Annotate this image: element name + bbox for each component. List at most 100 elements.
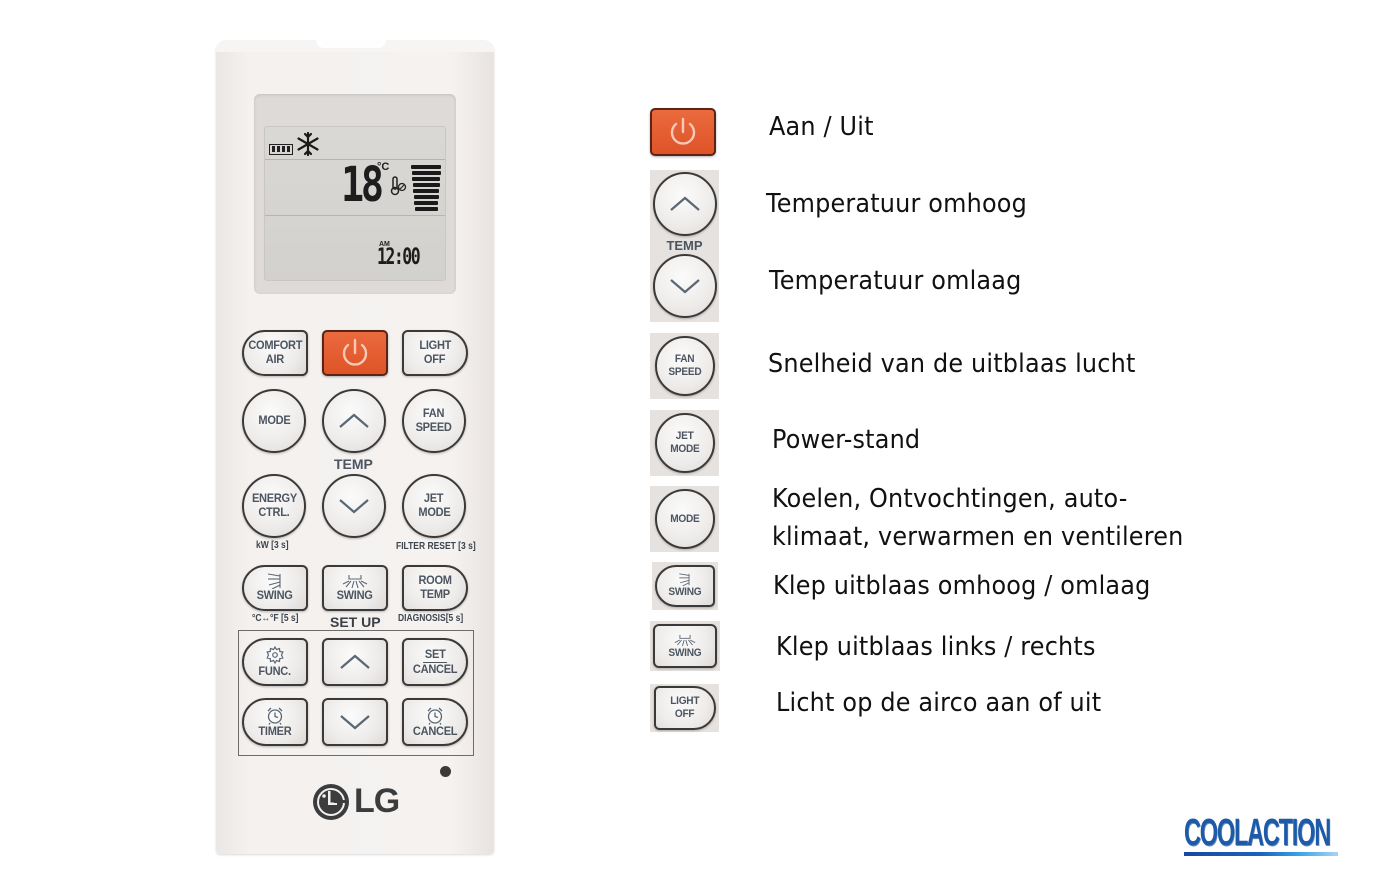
button-label: SET (422, 646, 448, 663)
brand-logo-text: COOLACTION (1184, 812, 1331, 854)
fan-speed-button[interactable]: FAN SPEED (402, 389, 466, 453)
mode-sample: MODE (654, 489, 715, 549)
vertical-swing-icon (267, 573, 281, 590)
chevron-up-icon (340, 654, 370, 669)
comfort-air-button[interactable]: COMFORT AIR (242, 330, 308, 376)
light-off-sample: LIGHT OFF (653, 686, 716, 730)
legend-text: Klep uitblaas omhoog / omlaag (773, 571, 1151, 601)
snowflake-icon (297, 131, 319, 157)
light-off-button[interactable]: LIGHT OFF (402, 330, 468, 376)
energy-sub-label: kW [3 s] (256, 540, 289, 551)
alarm-clock-icon (427, 707, 443, 725)
button-label: MODE (417, 505, 451, 519)
lcd-temperature: 18 (341, 157, 384, 213)
chevron-up-icon (669, 196, 700, 211)
button-label: SWING (256, 588, 294, 603)
button-label: ENERGY (251, 491, 297, 506)
button-label: ROOM (418, 573, 452, 588)
timer-cancel-button[interactable]: CANCEL (402, 698, 468, 746)
button-label: TEMP (420, 587, 450, 601)
temp-up-sample (652, 172, 717, 236)
ir-sensor (316, 40, 386, 48)
temp-label: TEMP (334, 456, 373, 472)
lcd-clock: 12:00 (377, 245, 421, 270)
legend-text: Snelheid van de uitblaas lucht (768, 349, 1136, 379)
horizontal-swing-icon (674, 634, 696, 646)
legend-text: Klep uitblaas links / rechts (776, 632, 1096, 662)
gear-icon (266, 645, 284, 665)
button-label: LIGHT (419, 338, 451, 353)
button-label: MODE (669, 443, 700, 455)
legend-temp-icon: TEMP (650, 170, 719, 322)
button-label: CANCEL (412, 661, 458, 676)
chevron-down-icon (669, 279, 700, 294)
battery-icon (269, 144, 293, 155)
swing-vertical-button[interactable]: SWING (242, 565, 308, 611)
button-label: SWING (668, 586, 702, 599)
lcd-display: 18 °C AM 12:00 (264, 126, 446, 281)
swing-vertical-sample: SWING (655, 565, 715, 607)
legend-text-line: Koelen, Ontvochtingen, auto- (772, 484, 1128, 514)
lcd-frame: 18 °C AM 12:00 (254, 94, 456, 294)
fan-speed-sample: FAN SPEED (654, 336, 715, 396)
coolaction-logo: COOLACTION (1184, 812, 1380, 856)
temp-label: TEMP (666, 238, 703, 253)
button-label: OFF (424, 352, 446, 366)
temp-down-sample (652, 254, 717, 318)
button-label: MODE (669, 512, 700, 525)
setup-label: SET UP (327, 614, 384, 630)
unit-toggle-label: °C↔°F [5 s] (252, 613, 299, 624)
chevron-down-icon (340, 715, 370, 730)
button-label: FAN (423, 406, 445, 421)
lcd-divider (265, 215, 445, 216)
diagnosis-label: DIAGNOSIS[5 s] (398, 613, 464, 624)
brand-name: LG (354, 782, 400, 820)
jet-mode-sample: JET MODE (654, 413, 715, 473)
button-label: CTRL. (258, 505, 290, 519)
legend-text-line: klimaat, verwarmen en ventileren (772, 522, 1184, 552)
filter-reset-label: FILTER RESET [3 s] (396, 541, 476, 552)
button-label: JET (675, 430, 694, 443)
button-label: LIGHT (670, 695, 699, 708)
horizontal-swing-icon (342, 575, 368, 589)
timer-button[interactable]: TIMER (242, 698, 308, 746)
button-label: TIMER (258, 723, 292, 738)
lg-face-icon (313, 783, 349, 820)
func-button[interactable]: FUNC. (242, 638, 308, 686)
button-label: COMFORT (248, 338, 302, 353)
mode-button[interactable]: MODE (242, 389, 306, 453)
setup-down-button[interactable] (322, 698, 388, 746)
legend-swing-vertical-icon: SWING (652, 562, 718, 610)
remote-top-edge (216, 40, 494, 52)
legend-text: Temperatuur omlaag (769, 266, 1022, 296)
chevron-down-icon (339, 499, 369, 514)
temp-up-button[interactable] (322, 389, 386, 453)
vertical-swing-icon (679, 573, 690, 587)
energy-ctrl-button[interactable]: ENERGY CTRL. (242, 474, 306, 538)
power-button-sample (650, 108, 716, 156)
legend-text: Power-stand (772, 425, 921, 455)
power-button[interactable] (322, 330, 388, 376)
button-label: SWING (336, 588, 374, 603)
temp-down-button[interactable] (322, 474, 386, 538)
swing-horizontal-button[interactable]: SWING (322, 565, 388, 611)
button-label: FAN (674, 353, 695, 366)
button-label: MODE (257, 413, 291, 428)
power-icon (342, 338, 368, 366)
button-label: SPEED (415, 420, 453, 434)
jet-mode-button[interactable]: JET MODE (402, 474, 466, 538)
setup-up-button[interactable] (322, 638, 388, 686)
button-label: FUNC. (258, 664, 292, 679)
legend-light-off-icon: LIGHT OFF (650, 684, 719, 732)
room-temp-button[interactable]: ROOM TEMP (402, 565, 468, 611)
legend-jet-mode-icon: JET MODE (650, 410, 719, 476)
set-cancel-button[interactable]: SET CANCEL (402, 638, 468, 686)
legend-swing-horizontal-icon: SWING (650, 621, 720, 671)
brand-underline (1184, 852, 1338, 856)
lg-logo: LG (312, 782, 400, 821)
legend-text: Aan / Uit (769, 112, 874, 142)
legend-mode-icon: MODE (650, 486, 719, 552)
legend-power-icon (650, 108, 716, 156)
button-label: OFF (674, 708, 695, 720)
indicator-led (440, 766, 451, 777)
